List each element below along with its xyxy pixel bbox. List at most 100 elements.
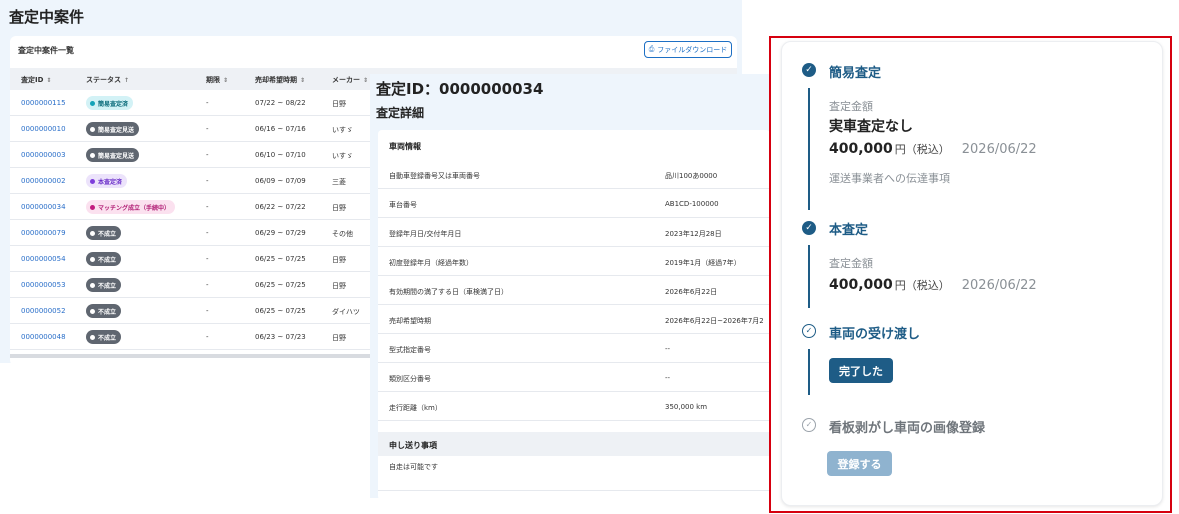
sort-asc-icon: ↑: [124, 77, 130, 84]
field-label: 型式指定番号: [389, 346, 431, 354]
status-dot-icon: [90, 204, 95, 210]
field-value: --: [665, 374, 671, 382]
sale-period-cell: 06/25 ~ 07/25: [255, 255, 306, 263]
divider: [378, 490, 770, 491]
status-badge: 簡易査定済: [86, 96, 134, 110]
column-header-period[interactable]: 売却希望時期 ⇕: [255, 75, 305, 85]
status-badge: 不成立: [86, 226, 122, 240]
check-circle-icon: ✓: [802, 221, 816, 235]
download-label: ファイルダウンロード: [657, 45, 728, 54]
vehicle-info-row: 型式指定番号 --: [378, 334, 770, 363]
complete-button[interactable]: 完了した: [829, 358, 893, 383]
status-label: 不成立: [98, 256, 117, 264]
screenshot-stage: 査定中案件 査定中案件一覧 ⎙ ファイルダウンロード 査定ID ⇕ ステータス ↑ …: [0, 0, 1179, 514]
file-download-button[interactable]: ⎙ ファイルダウンロード: [644, 41, 732, 58]
sale-period-cell: 06/25 ~ 07/25: [255, 307, 306, 315]
step-title-main-appraisal: 本査定: [829, 223, 869, 238]
status-badge: マッチング成立（手続中）: [86, 200, 176, 214]
deadline-cell: -: [206, 151, 209, 159]
deadline-cell: -: [206, 307, 209, 315]
sale-period-cell: 06/29 ~ 07/29: [255, 229, 306, 237]
vehicle-info-row: 自動車登録番号又は車両番号 品川100あ0000: [378, 160, 770, 189]
status-label: 簡易査定済: [98, 100, 129, 108]
status-label: 不成立: [98, 334, 117, 342]
maker-cell: いすゞ: [332, 126, 353, 134]
vehicle-info-card: 車両情報 自動車登録番号又は車両番号 品川100あ0000 車台番号 AB1CD-10…: [378, 130, 770, 498]
status-dot-icon: [90, 152, 95, 158]
case-id-link[interactable]: 0000000034: [21, 203, 66, 211]
maker-cell: 日野: [332, 256, 346, 264]
maker-cell: 日野: [332, 282, 346, 290]
price-amount: 400,000: [829, 141, 893, 157]
status-label: 簡易査定見送: [98, 126, 135, 134]
case-id-link[interactable]: 0000000079: [21, 229, 66, 237]
status-badge: 不成立: [86, 278, 122, 292]
status-dot-icon: [90, 256, 95, 262]
price-unit: 円（税込）: [894, 143, 950, 156]
sale-period-cell: 06/22 ~ 07/22: [255, 203, 306, 211]
notes-text: 自走は可能です: [389, 463, 438, 471]
status-dot-icon: [90, 126, 95, 132]
sort-icon: ⇕: [223, 77, 229, 84]
case-id-link[interactable]: 0000000053: [21, 281, 66, 289]
check-outline-icon: ✓: [802, 418, 816, 432]
vehicle-info-row: 走行距離（km） 350,000 km: [378, 392, 770, 421]
status-dot-icon: [90, 230, 95, 236]
step-title-simple-appraisal: 簡易査定: [829, 66, 882, 81]
sort-icon: ⇕: [46, 77, 52, 84]
case-id-link[interactable]: 0000000052: [21, 307, 66, 315]
column-header-status[interactable]: ステータス ↑: [86, 75, 129, 85]
vehicle-info-row: 初度登録年月（経過年数） 2019年1月（経過7年）: [378, 247, 770, 276]
field-label: 登録年月日/交付年月日: [389, 230, 462, 238]
field-label: 類別区分番号: [389, 375, 431, 383]
column-header-maker[interactable]: メーカー ⇕: [332, 75, 368, 85]
sale-period-cell: 06/16 ~ 07/16: [255, 125, 306, 133]
maker-cell: いすゞ: [332, 152, 353, 160]
case-id-link[interactable]: 0000000115: [21, 99, 66, 107]
column-header-deadline[interactable]: 期限 ⇕: [206, 75, 228, 85]
field-label: 初度登録年月（経過年数）: [389, 259, 473, 267]
field-value: 2019年1月（経過7年）: [665, 259, 741, 267]
case-id-link[interactable]: 0000000003: [21, 151, 66, 159]
card-title: 査定中案件一覧: [18, 46, 74, 55]
field-label: 自動車登録番号又は車両番号: [389, 172, 480, 180]
case-id-link[interactable]: 0000000048: [21, 333, 66, 341]
register-button[interactable]: 登録する: [827, 451, 892, 476]
field-label: 有効期間の満了する日（車検満了日）: [389, 288, 508, 296]
case-id-link[interactable]: 0000000002: [21, 177, 66, 185]
field-value: AB1CD-100000: [665, 200, 719, 208]
download-icon: ⎙: [648, 45, 655, 53]
appraisal-price-line: 400,000 円（税込） 2026/06/22: [829, 138, 1037, 157]
maker-cell: 日野: [332, 100, 346, 108]
deadline-cell: -: [206, 229, 209, 237]
case-detail-panel: 査定ID：0000000034 査定詳細 車両情報 自動車登録番号又は車両番号 品…: [370, 74, 770, 498]
check-circle-icon: ✓: [802, 63, 816, 77]
field-value: 350,000 km: [665, 403, 708, 411]
status-label: 不成立: [98, 230, 117, 238]
status-badge: 本査定済: [86, 174, 128, 188]
sale-period-cell: 06/09 ~ 07/09: [255, 177, 306, 185]
vehicle-info-heading: 車両情報: [389, 142, 421, 151]
field-label: 売却希望時期: [389, 317, 431, 325]
status-dot-icon: [90, 178, 95, 184]
price-amount: 400,000: [829, 277, 893, 293]
field-value: 2026年6月22日~2026年7月2: [665, 317, 764, 325]
progress-timeline-card: ✓ 簡易査定 査定金額 実車査定なし 400,000 円（税込） 2026/06/2…: [781, 41, 1163, 506]
column-header-id[interactable]: 査定ID ⇕: [21, 75, 51, 85]
sale-period-cell: 06/10 ~ 07/10: [255, 151, 306, 159]
status-badge: 不成立: [86, 252, 122, 266]
case-id-link[interactable]: 0000000054: [21, 255, 66, 263]
status-badge: 不成立: [86, 330, 122, 344]
case-id-link[interactable]: 0000000010: [21, 125, 66, 133]
appraisal-amount-label: 査定金額: [829, 257, 873, 270]
price-unit: 円（税込）: [894, 279, 950, 292]
sort-icon: ⇕: [363, 77, 369, 84]
notes-heading-bar: 申し送り事項: [378, 432, 770, 456]
field-value: 2023年12月28日: [665, 230, 722, 238]
vehicle-info-row: 売却希望時期 2026年6月22日~2026年7月2: [378, 305, 770, 334]
detail-id-title: 査定ID：0000000034: [376, 80, 544, 98]
field-value: 2026年6月22日: [665, 288, 718, 296]
vehicle-info-row: 類別区分番号 --: [378, 363, 770, 392]
field-label: 車台番号: [389, 201, 417, 209]
deadline-cell: -: [206, 125, 209, 133]
